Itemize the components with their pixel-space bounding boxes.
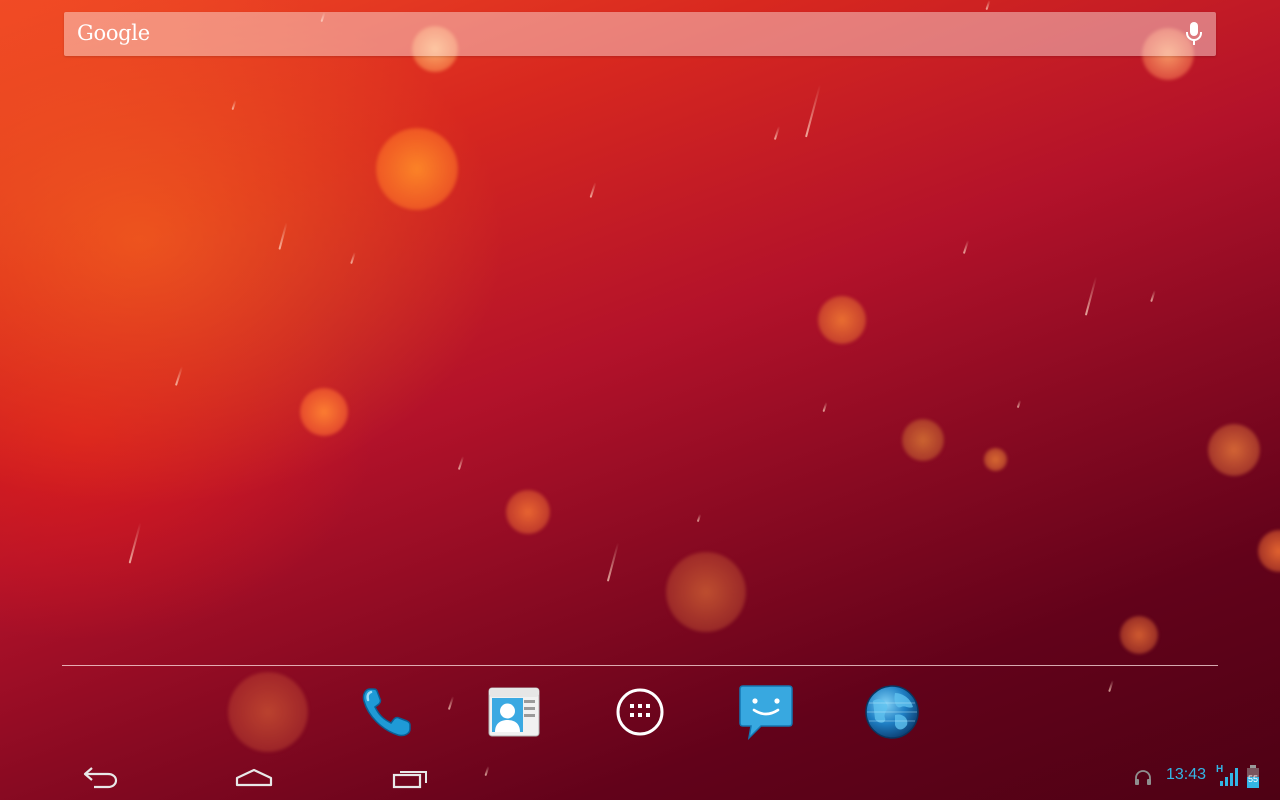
- mic-icon[interactable]: [1182, 20, 1206, 48]
- battery-icon: 55: [1246, 765, 1260, 789]
- messaging-app[interactable]: [737, 683, 795, 741]
- home-button[interactable]: [230, 760, 278, 794]
- messaging-icon: [739, 685, 793, 741]
- all-apps-button[interactable]: [611, 683, 669, 741]
- browser-app[interactable]: [863, 683, 921, 741]
- headset-icon: [1133, 768, 1153, 786]
- dock-divider: [62, 665, 1218, 666]
- signal-icon: H: [1216, 764, 1240, 788]
- google-search-bar[interactable]: Google: [64, 12, 1216, 56]
- clock[interactable]: 13:43: [1166, 766, 1206, 784]
- app-drawer-icon: [616, 688, 664, 736]
- phone-app[interactable]: [358, 683, 416, 741]
- contacts-icon: [488, 687, 540, 737]
- phone-icon: [362, 688, 411, 737]
- contacts-app[interactable]: [484, 683, 542, 741]
- globe-icon: [865, 685, 919, 739]
- battery-level: 55: [1247, 774, 1258, 784]
- recent-apps-button[interactable]: [386, 760, 434, 794]
- home-screen: Google 13:43 H 55: [0, 0, 1280, 800]
- google-logo[interactable]: Google: [77, 21, 150, 45]
- recent-apps-icon: [392, 771, 427, 789]
- back-button[interactable]: [76, 760, 124, 794]
- back-icon: [83, 767, 118, 789]
- home-icon: [235, 768, 273, 787]
